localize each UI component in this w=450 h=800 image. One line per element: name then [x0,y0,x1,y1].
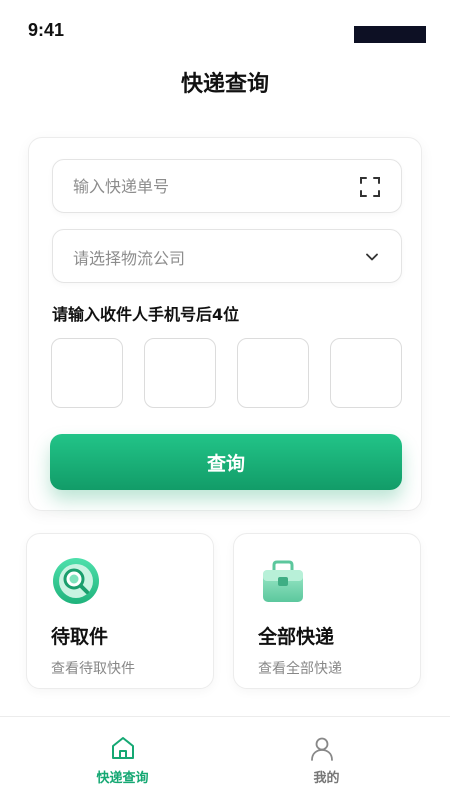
phone-digit-box-2 [144,338,216,408]
courier-company-placeholder: 请选择物流公司 [73,249,186,268]
package-box-icon [263,560,303,602]
bottom-tab-bar: 快递查询 我的 [0,716,450,800]
pending-pickup-card[interactable]: 待取件 查看待取快件 [26,533,214,689]
all-parcels-title: 全部快递 [258,626,335,648]
page-title: 快递查询 [180,72,269,97]
phone-digit-input-3[interactable] [238,339,308,407]
query-button[interactable]: 查询 [50,434,402,490]
tab-parcel-query-label: 快递查询 [96,771,149,786]
tracking-number-input[interactable] [53,160,343,212]
all-parcels-card[interactable]: 全部快递 查看全部快递 [233,533,421,689]
pending-pickup-subtitle: 查看待取快件 [51,661,135,677]
chevron-down-icon [366,253,378,261]
all-parcels-subtitle: 查看全部快递 [258,661,342,677]
phone-digit-box-4 [330,338,402,408]
tab-mine[interactable]: 我的 [225,717,450,800]
query-card: 请选择物流公司 请输入收件人手机号后4位 查询 [28,137,422,511]
phone-digit-box-1 [51,338,123,408]
search-package-icon [53,558,99,604]
status-indicator [354,26,426,43]
phone-digits-label: 请输入收件人手机号后4位 [52,305,240,324]
status-bar: 9:41 [0,0,450,56]
phone-digit-input-2[interactable] [145,339,215,407]
courier-company-select[interactable]: 请选择物流公司 [52,229,402,283]
tab-mine-label: 我的 [313,771,340,786]
phone-digit-input-1[interactable] [52,339,122,407]
phone-digit-input-4[interactable] [331,339,401,407]
phone-digit-box-3 [237,338,309,408]
pending-pickup-title: 待取件 [51,626,109,648]
scan-icon[interactable] [359,176,381,198]
user-icon [311,737,333,761]
tab-parcel-query[interactable]: 快递查询 [0,717,225,800]
home-icon [112,737,134,759]
status-time: 9:41 [28,20,65,40]
tracking-field [52,159,402,213]
